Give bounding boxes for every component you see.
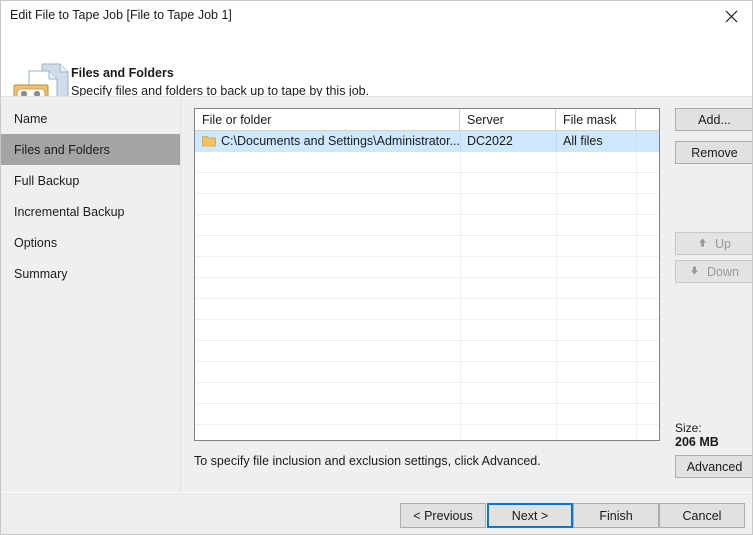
arrow-down-icon xyxy=(690,266,699,278)
table-row-empty[interactable] xyxy=(195,278,659,299)
add-button[interactable]: Add... xyxy=(675,108,752,131)
row-divider-1 xyxy=(460,131,461,151)
table-row-empty[interactable] xyxy=(195,215,659,236)
previous-button[interactable]: < Previous xyxy=(400,503,486,528)
cancel-button[interactable]: Cancel xyxy=(659,503,745,528)
cell-file-or-folder-text: C:\Documents and Settings\Administrator.… xyxy=(221,134,460,148)
table-row-empty[interactable] xyxy=(195,257,659,278)
table-row-empty[interactable] xyxy=(195,362,659,383)
finish-button[interactable]: Finish xyxy=(573,503,659,528)
next-button[interactable]: Next > xyxy=(487,503,573,528)
window-title: Edit File to Tape Job [File to Tape Job … xyxy=(10,8,232,22)
content-pane: File or folder Server File mask C:\Docum… xyxy=(181,97,752,492)
table-row-empty[interactable] xyxy=(195,194,659,215)
cell-file-mask: All files xyxy=(563,134,603,148)
arrow-up-icon xyxy=(698,238,707,250)
cell-file-or-folder: C:\Documents and Settings\Administrator.… xyxy=(195,131,460,151)
table-body: C:\Documents and Settings\Administrator.… xyxy=(195,131,659,440)
title-bar: Edit File to Tape Job [File to Tape Job … xyxy=(1,1,752,31)
column-header-file-mask[interactable]: File mask xyxy=(556,109,636,130)
cell-server: DC2022 xyxy=(467,134,513,148)
column-header-spacer xyxy=(636,109,659,130)
table-row[interactable]: C:\Documents and Settings\Administrator.… xyxy=(195,131,659,152)
table-row-empty[interactable] xyxy=(195,320,659,341)
move-down-label: Down xyxy=(707,264,739,279)
wizard-step-sidebar: Name Files and Folders Full Backup Incre… xyxy=(1,97,180,492)
sidebar-item-incremental-backup[interactable]: Incremental Backup xyxy=(1,196,180,227)
table-row-empty[interactable] xyxy=(195,173,659,194)
sidebar-item-summary[interactable]: Summary xyxy=(1,258,180,289)
column-header-file-or-folder[interactable]: File or folder xyxy=(195,109,460,130)
move-down-button[interactable]: Down xyxy=(675,260,752,283)
page-title: Files and Folders xyxy=(71,66,174,80)
folder-icon xyxy=(202,135,216,147)
header-banner: Files and Folders Specify files and fold… xyxy=(1,31,752,109)
dialog-footer: < Previous Next > Finish Cancel xyxy=(1,493,752,534)
sidebar-item-full-backup[interactable]: Full Backup xyxy=(1,165,180,196)
size-label: Size: xyxy=(675,421,702,435)
row-divider-3 xyxy=(636,131,637,151)
table-row-empty[interactable] xyxy=(195,383,659,404)
advanced-button[interactable]: Advanced xyxy=(675,455,752,478)
table-row-empty[interactable] xyxy=(195,425,659,440)
table-header-row: File or folder Server File mask xyxy=(195,109,659,131)
move-up-label: Up xyxy=(715,236,731,251)
advanced-hint-text: To specify file inclusion and exclusion … xyxy=(194,454,541,468)
size-value: 206 MB xyxy=(675,435,719,449)
sidebar-item-name[interactable]: Name xyxy=(1,103,180,134)
table-row-empty[interactable] xyxy=(195,236,659,257)
close-button[interactable] xyxy=(709,1,752,31)
close-icon xyxy=(725,10,738,23)
move-up-button[interactable]: Up xyxy=(675,232,752,255)
column-header-server[interactable]: Server xyxy=(460,109,556,130)
table-row-empty[interactable] xyxy=(195,341,659,362)
files-and-folders-table[interactable]: File or folder Server File mask C:\Docum… xyxy=(194,108,660,441)
sidebar-item-files-and-folders[interactable]: Files and Folders xyxy=(1,134,180,165)
table-row-empty[interactable] xyxy=(195,152,659,173)
row-divider-2 xyxy=(556,131,557,151)
remove-button[interactable]: Remove xyxy=(675,141,752,164)
sidebar-item-options[interactable]: Options xyxy=(1,227,180,258)
table-row-empty[interactable] xyxy=(195,404,659,425)
edit-file-to-tape-job-dialog: Edit File to Tape Job [File to Tape Job … xyxy=(0,0,753,535)
table-row-empty[interactable] xyxy=(195,299,659,320)
